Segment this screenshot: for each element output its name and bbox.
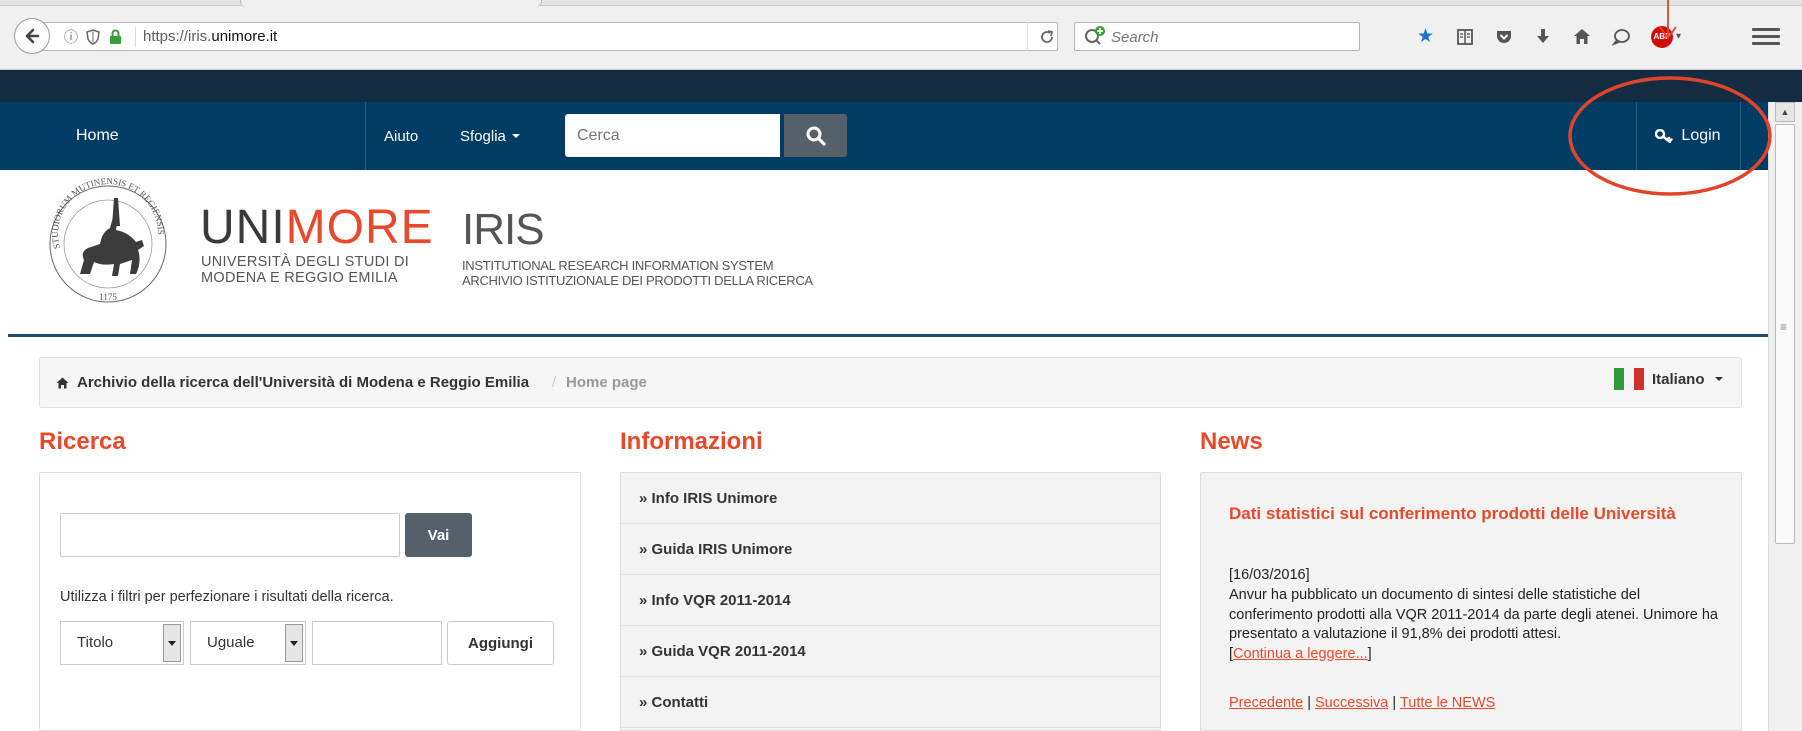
news-next-link[interactable]: Successiva: [1315, 695, 1388, 711]
nav-sfoglia-label: Sfoglia: [460, 127, 506, 145]
dropdown-arrow-icon[interactable]: [163, 624, 181, 662]
download-icon[interactable]: [1523, 22, 1562, 51]
info-link[interactable]: » Info IRIS Unimore: [621, 473, 1160, 524]
breadcrumb-separator: /: [552, 374, 557, 391]
aggiungi-button[interactable]: Aggiungi: [447, 621, 554, 665]
news-body: Anvur ha pubblicato un documento di sint…: [1229, 587, 1718, 662]
reload-icon: [1040, 29, 1053, 43]
nav-divider: [365, 102, 366, 170]
university-name: UNIVERSITÀ DEGLI STUDI DI MODENA E REGGI…: [201, 254, 410, 286]
scroll-thumb[interactable]: [1775, 124, 1795, 544]
shield-icon[interactable]: [85, 28, 101, 46]
operator-select[interactable]: Uguale: [190, 621, 306, 665]
back-arrow-icon: [25, 28, 40, 44]
nav-home-link[interactable]: Home: [76, 102, 119, 170]
search-icon: [806, 126, 826, 146]
home-icon[interactable]: [1562, 22, 1601, 51]
info-link[interactable]: » Guida IRIS Unimore: [621, 524, 1160, 575]
breadcrumb-current: Home page: [566, 374, 647, 391]
url-divider: [135, 27, 136, 47]
news-prev-link[interactable]: Precedente: [1229, 695, 1303, 711]
site-navbar: Home Aiuto Sfoglia Login: [0, 102, 1768, 170]
info-link[interactable]: » Guida VQR 2011-2014: [621, 626, 1160, 677]
svg-text:1175: 1175: [99, 292, 117, 302]
home-icon: [56, 377, 69, 388]
dropdown-arrow-icon[interactable]: [285, 624, 303, 662]
hamburger-menu-icon[interactable]: [1752, 24, 1780, 48]
news-date: [16/03/2016]: [1229, 567, 1310, 583]
news-headline[interactable]: Dati statistici sul conferimento prodott…: [1229, 503, 1699, 525]
back-button[interactable]: [14, 18, 50, 54]
breadcrumb-home-link[interactable]: Archivio della ricerca dell'Università d…: [56, 374, 529, 391]
news-panel: Dati statistici sul conferimento prodott…: [1200, 472, 1742, 731]
iris-title: IRIS: [462, 205, 545, 254]
url-text[interactable]: https://iris.unimore.it: [143, 28, 277, 45]
caret-down-icon: [511, 134, 520, 138]
ricerca-panel: Vai Utilizza i filtri per perfezionare i…: [39, 472, 581, 731]
scroll-up-arrow-icon[interactable]: ▲: [1775, 102, 1795, 122]
reading-list-icon[interactable]: [1445, 22, 1484, 51]
university-seal-logo: STUDIORUM MUTINENSIS ET REGIENSIS 1175: [49, 178, 167, 303]
tab-strip: [0, 0, 1802, 7]
nav-aiuto-link[interactable]: Aiuto: [384, 102, 418, 170]
browser-search-box[interactable]: [1074, 22, 1360, 51]
unimore-brand: UNIMORE: [200, 201, 434, 254]
caret-down-icon: [1714, 377, 1723, 381]
site-top-strip: [0, 70, 1802, 102]
language-selector[interactable]: Italiano: [1614, 368, 1723, 390]
info-link[interactable]: » Contatti: [621, 677, 1160, 728]
breadcrumb: Archivio della ricerca dell'Università d…: [39, 357, 1742, 408]
site-search-input[interactable]: [565, 114, 780, 157]
info-link[interactable]: » Info VQR 2011-2014: [621, 575, 1160, 626]
news-pagination: Precedente | Successiva | Tutte le NEWS: [1229, 695, 1496, 711]
pocket-icon[interactable]: [1484, 22, 1523, 51]
toolbar-icons: ★ ABP ▾: [1406, 22, 1692, 51]
lock-icon[interactable]: [107, 28, 123, 46]
search-icon: [1085, 26, 1105, 45]
nav-sfoglia-dropdown[interactable]: Sfoglia: [460, 102, 520, 170]
bookmark-star-icon[interactable]: ★: [1406, 22, 1445, 51]
site-search-button[interactable]: [784, 114, 847, 157]
iris-subtitle: INSTITUTIONAL RESEARCH INFORMATION SYSTE…: [462, 258, 813, 288]
browser-search-input[interactable]: [1111, 26, 1351, 48]
field-select[interactable]: Titolo: [60, 621, 184, 665]
header-divider: [8, 334, 1768, 337]
info-icon[interactable]: ⓘ: [63, 28, 79, 46]
informazioni-title: Informazioni: [620, 428, 763, 455]
reload-button[interactable]: [1027, 22, 1065, 51]
chat-icon[interactable]: [1601, 22, 1640, 51]
filter-value-input[interactable]: [312, 621, 442, 665]
ricerca-help-text: Utilizza i filtri per perfezionare i ris…: [60, 589, 394, 605]
ricerca-search-input[interactable]: [60, 513, 400, 557]
annotation-circle: [1568, 76, 1772, 196]
informazioni-panel: » Info IRIS Unimore » Guida IRIS Unimore…: [620, 472, 1161, 731]
vai-button[interactable]: Vai: [405, 513, 472, 557]
ricerca-title: Ricerca: [39, 428, 126, 455]
annotation-arrow-icon: [1659, 0, 1677, 40]
browser-toolbar: ⓘ https://iris.unimore.it ★: [0, 0, 1802, 70]
news-all-link[interactable]: Tutte le NEWS: [1400, 695, 1495, 711]
italian-flag-icon: [1614, 368, 1644, 390]
address-bar[interactable]: ⓘ https://iris.unimore.it: [38, 22, 1058, 51]
read-more-link[interactable]: Continua a leggere...: [1233, 646, 1368, 662]
news-title: News: [1200, 428, 1263, 455]
